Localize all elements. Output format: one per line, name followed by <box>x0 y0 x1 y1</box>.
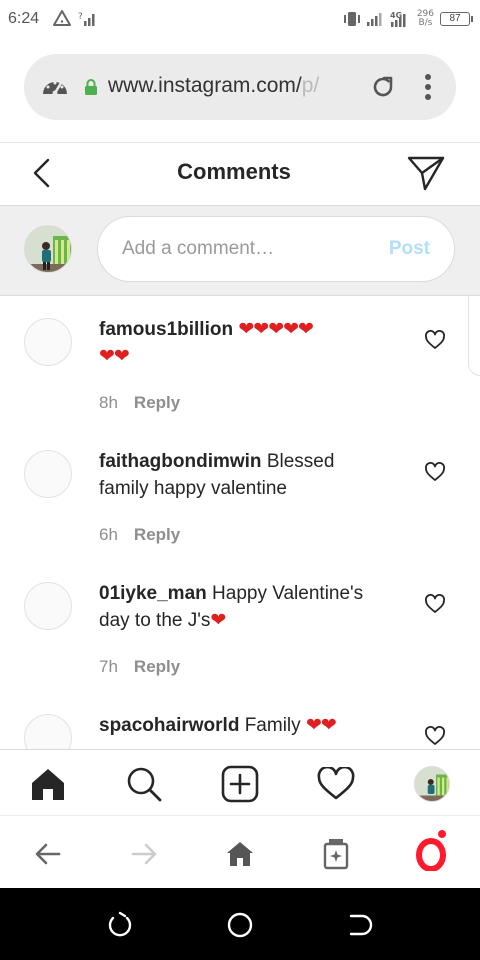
activity-heart-icon <box>317 767 355 800</box>
comment-username[interactable]: 01iyke_man <box>99 583 207 604</box>
comment-hearts: ❤❤❤❤❤ <box>238 319 314 340</box>
comment-meta: 8h Reply <box>99 393 180 413</box>
comment-text: faithagbondimwin Blessed family happy va… <box>99 448 399 502</box>
lte-signal-icon: 4G <box>390 11 406 27</box>
profile-avatar <box>414 766 450 802</box>
tabs-icon <box>323 839 349 870</box>
instagram-bottom-nav <box>0 749 480 815</box>
browser-address-bar[interactable]: www.instagram.com/p/ <box>24 54 456 120</box>
comment-meta: 7h Reply <box>99 657 180 677</box>
comment-message: Family <box>244 715 301 736</box>
status-bar: 6:24 ? 4G 296 B/s 87 <box>0 0 480 40</box>
browser-tabs-button[interactable] <box>316 834 356 874</box>
reload-icon[interactable] <box>370 74 396 100</box>
opera-icon <box>416 838 446 871</box>
browser-back-button[interactable] <box>28 834 68 874</box>
avatar-photo <box>25 226 71 272</box>
activity-button[interactable] <box>316 764 356 804</box>
comment-message: Blessed <box>266 451 335 472</box>
comment-text: famous1billion ❤❤❤❤❤ ❤❤ <box>99 316 399 370</box>
browser-home-button[interactable] <box>220 834 260 874</box>
network-speed-unit: B/s <box>418 18 433 28</box>
home-icon <box>227 842 253 866</box>
add-comment-bar: Add a comment… Post <box>0 206 480 296</box>
comment-username[interactable]: faithagbondimwin <box>99 451 262 472</box>
comment-username[interactable]: famous1billion <box>99 319 233 340</box>
like-heart-icon[interactable] <box>424 594 446 614</box>
reply-button[interactable]: Reply <box>134 525 180 544</box>
comment-item: faithagbondimwin Blessed family happy va… <box>0 428 480 560</box>
comment-input-placeholder: Add a comment… <box>122 238 275 259</box>
comment-text: 01iyke_man Happy Valentine's day to the … <box>99 580 399 634</box>
comment-item: spacohairworld Family ❤❤ <box>0 692 480 749</box>
back-nav-icon[interactable] <box>345 910 375 940</box>
like-heart-icon[interactable] <box>424 462 446 482</box>
like-heart-icon[interactable] <box>424 726 446 746</box>
commenter-avatar[interactable] <box>24 450 72 498</box>
commenter-avatar[interactable] <box>24 318 72 366</box>
forward-arrow-icon <box>131 843 157 865</box>
profile-button[interactable] <box>412 764 452 804</box>
cell-signal-icon <box>366 13 382 26</box>
svg-text:?: ? <box>78 12 83 22</box>
page-title: Comments <box>177 159 291 184</box>
comment-message-line2: day to the J's <box>99 610 211 631</box>
post-button[interactable]: Post <box>389 238 430 260</box>
more-vertical-icon[interactable] <box>420 72 436 102</box>
comment-time: 8h <box>99 393 118 412</box>
search-button[interactable] <box>124 764 164 804</box>
comment-hearts: ❤❤ <box>305 715 337 736</box>
like-heart-icon[interactable] <box>424 330 446 350</box>
home-button[interactable] <box>28 764 68 804</box>
comment-input[interactable]: Add a comment… Post <box>97 216 455 282</box>
url-text[interactable]: www.instagram.com/p/ <box>108 74 353 98</box>
lock-icon <box>85 79 97 95</box>
reply-button[interactable]: Reply <box>134 657 180 676</box>
android-nav-bar <box>0 888 480 960</box>
comment-hearts: ❤❤ <box>99 346 130 367</box>
comment-time: 7h <box>99 657 118 676</box>
comment-time: 6h <box>99 525 118 544</box>
send-icon[interactable] <box>406 153 446 193</box>
comment-hearts: ❤ <box>210 610 226 631</box>
comment-meta: 6h Reply <box>99 525 180 545</box>
commenter-avatar[interactable] <box>24 714 72 749</box>
home-circle-icon[interactable] <box>225 910 255 940</box>
comment-username[interactable]: spacohairworld <box>99 715 239 736</box>
speedometer-icon[interactable] <box>40 74 70 100</box>
new-post-button[interactable] <box>220 764 260 804</box>
recent-apps-icon[interactable] <box>105 910 135 940</box>
comment-message: Happy Valentine's <box>212 583 364 604</box>
home-icon <box>32 769 64 800</box>
notification-dot <box>436 828 448 840</box>
url-path: p/ <box>301 74 320 97</box>
back-arrow-icon <box>35 843 61 865</box>
current-user-avatar <box>24 225 72 273</box>
network-speed: 296 B/s <box>417 10 434 28</box>
comments-header: Comments <box>0 142 480 206</box>
comment-item: famous1billion ❤❤❤❤❤ ❤❤ 8h Reply <box>0 296 480 428</box>
new-post-icon <box>221 765 259 803</box>
commenter-avatar[interactable] <box>24 582 72 630</box>
url-main: www.instagram.com/ <box>108 74 302 97</box>
vibrate-icon <box>343 12 360 26</box>
comment-message-line2: family happy valentine <box>99 478 287 499</box>
warning-triangle-icon <box>53 10 71 26</box>
signal-question-icon: ? <box>78 12 95 26</box>
avatar-photo <box>415 767 449 801</box>
comment-item: 01iyke_man Happy Valentine's day to the … <box>0 560 480 692</box>
search-icon <box>127 767 162 802</box>
battery-indicator: 87 <box>440 12 473 26</box>
status-time: 6:24 <box>8 10 40 27</box>
browser-toolbar <box>0 815 480 888</box>
opera-menu-button[interactable] <box>412 828 452 874</box>
comments-list[interactable]: famous1billion ❤❤❤❤❤ ❤❤ 8h Reply faithagb… <box>0 296 480 749</box>
browser-forward-button[interactable] <box>124 834 164 874</box>
comment-text: spacohairworld Family ❤❤ <box>99 712 399 739</box>
reply-button[interactable]: Reply <box>134 393 180 412</box>
